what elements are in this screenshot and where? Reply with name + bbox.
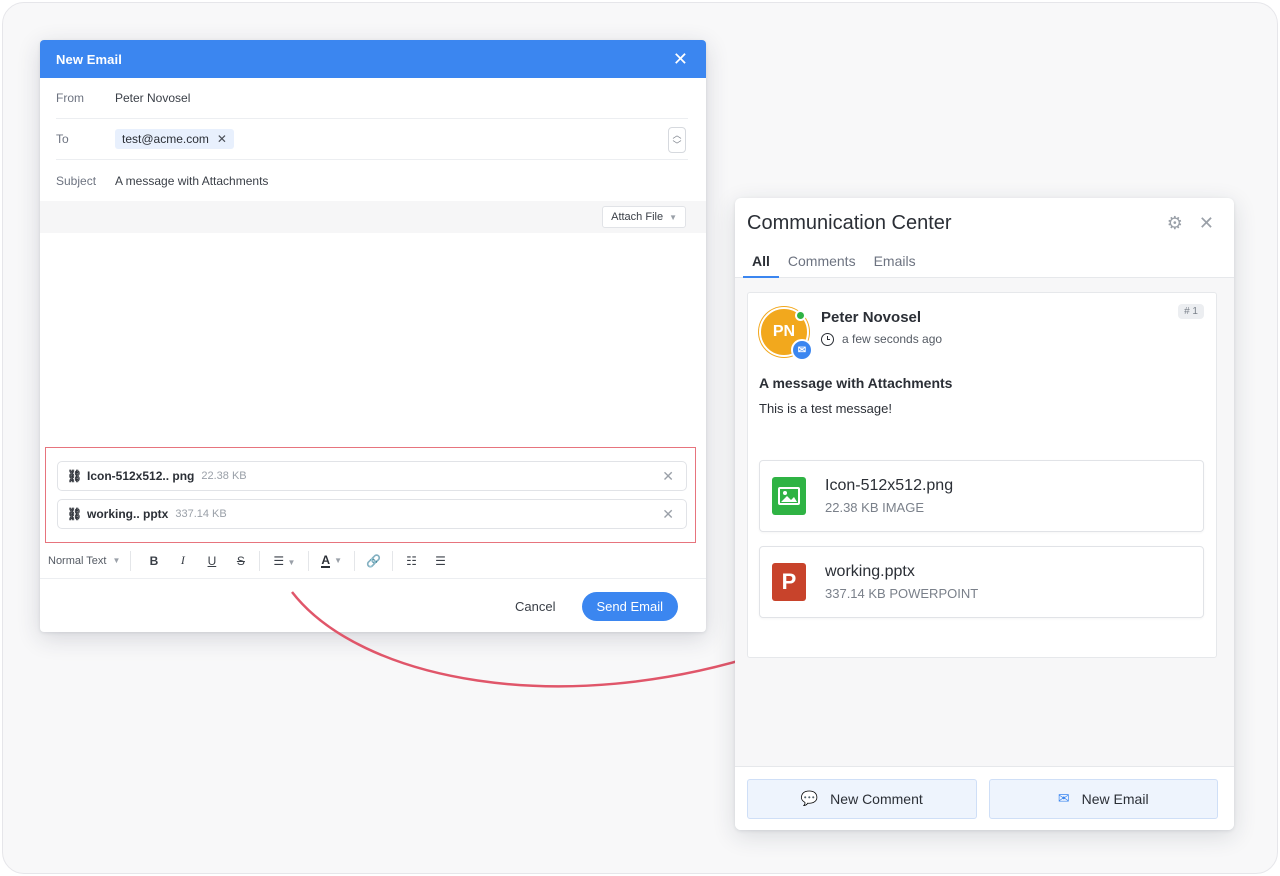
avatar: PN ✉ [759,307,813,361]
author-name: Peter Novosel [821,309,922,326]
panel-title: Communication Center [747,211,952,234]
envelope-icon: ✉ [791,339,813,361]
avatar-initials: PN [772,323,796,340]
tab-comments[interactable]: Comments [779,248,865,277]
new-email-label: New Email [1081,790,1149,807]
panel-body: PN ✉ Peter Novosel a few seconds ago # 1… [735,278,1234,768]
arrow-path [291,591,769,688]
file-attachment[interactable]: Icon-512x512.png 22.38 KB IMAGE [759,460,1204,532]
tab-emails[interactable]: Emails [865,248,925,277]
new-email-button[interactable]: ✉ New Email [988,778,1218,819]
attached-files: Icon-512x512.png 22.38 KB IMAGE P workin… [759,460,1204,618]
entry-number-badge: # 1 [1178,304,1204,319]
file-name: working.pptx [825,563,915,580]
timestamp: a few seconds ago [821,332,942,346]
online-status-dot [795,310,806,321]
file-meta: 22.38 KB IMAGE [825,500,924,515]
file-meta: 337.14 KB POWERPOINT [825,586,979,601]
clock-icon [821,332,834,346]
file-name: Icon-512x512.png [825,477,954,494]
message-body: This is a test message! [759,401,892,416]
new-comment-label: New Comment [830,790,923,807]
panel-tabs: All Comments Emails [735,248,1234,278]
panel-header: Communication Center ⚙ ✕ [735,198,1234,248]
comment-icon: 💬 [800,790,819,806]
email-entry-card[interactable]: PN ✉ Peter Novosel a few seconds ago # 1… [747,292,1217,658]
envelope-icon: ✉ [1057,790,1070,806]
close-icon[interactable]: ✕ [1199,213,1214,234]
powerpoint-file-icon: P [772,563,806,601]
panel-footer: 💬 New Comment ✉ New Email [735,766,1234,830]
image-file-icon [772,477,806,515]
file-attachment[interactable]: P working.pptx 337.14 KB POWERPOINT [759,546,1204,618]
timestamp-text: a few seconds ago [842,332,943,346]
message-subject: A message with Attachments [759,375,953,391]
tab-all[interactable]: All [743,248,779,278]
gear-icon[interactable]: ⚙ [1167,213,1183,234]
new-comment-button[interactable]: 💬 New Comment [747,778,977,819]
communication-center-panel: Communication Center ⚙ ✕ All Comments Em… [735,198,1234,830]
